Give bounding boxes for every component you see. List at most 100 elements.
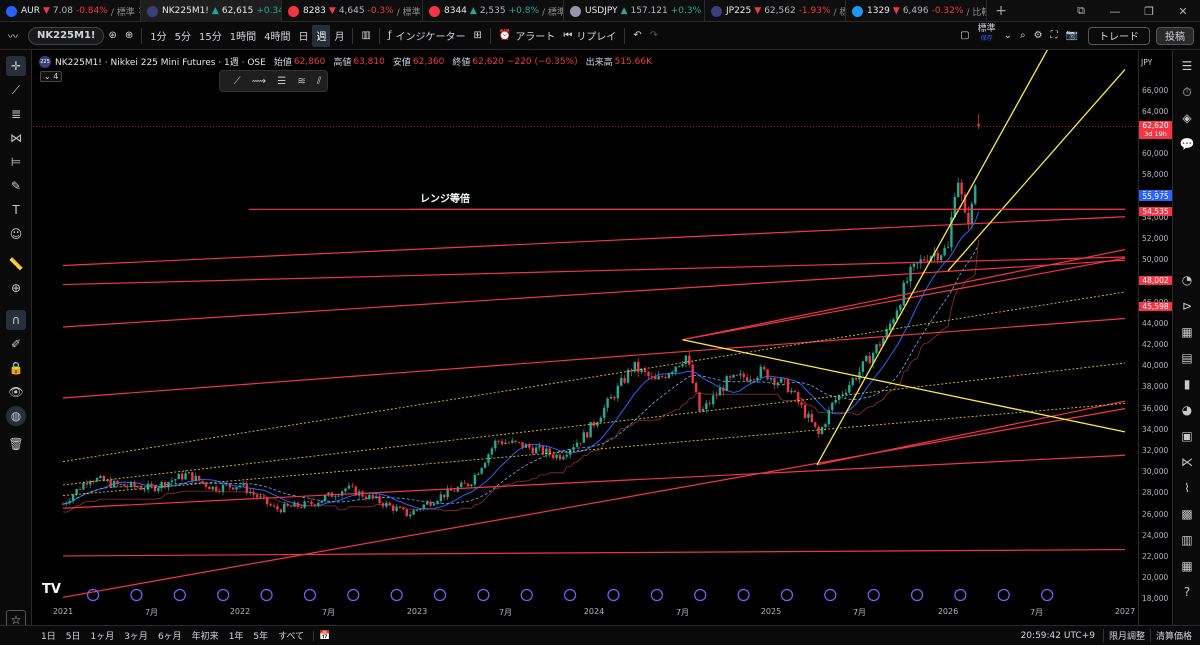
contract-adjust-button[interactable]: 限月調整 xyxy=(1102,629,1150,642)
bar-chart-icon[interactable]: ▮ xyxy=(1177,374,1197,394)
settings-gear-icon[interactable]: ⚙ xyxy=(1030,25,1047,47)
symbol-search-box[interactable]: NK225M1! xyxy=(28,26,105,45)
candle-body xyxy=(470,484,473,487)
tab-nk225m1[interactable]: NK225M1!▲62,615+0.34%✕ xyxy=(141,0,282,22)
fib-tool-icon[interactable]: ≣ xyxy=(6,104,26,124)
range-button-1[interactable]: 5日 xyxy=(61,629,86,642)
tab-aur[interactable]: AUR▼7.08-0.84%/ 標準✕ xyxy=(0,0,141,22)
gauge-icon[interactable]: ◔ xyxy=(1177,270,1197,290)
data-window-icon[interactable]: ▦ xyxy=(1177,556,1197,576)
trade-button[interactable]: トレード xyxy=(1088,26,1150,45)
clock[interactable]: 20:59:42 UTC+9 xyxy=(1016,631,1103,641)
layout-icon[interactable]: ⧉ xyxy=(1064,0,1098,22)
legend-collapse-button[interactable]: ⌄ 4 xyxy=(40,71,63,82)
brush-icon[interactable]: ✎ xyxy=(6,176,26,196)
layout-dropdown-icon[interactable]: ⌄ xyxy=(1000,25,1016,47)
alert-button[interactable]: ⏰ アラート xyxy=(495,25,559,47)
zoom-in-icon[interactable]: ⊕ xyxy=(6,278,26,298)
favorite-symbol-icon[interactable]: ⊛ xyxy=(104,25,120,47)
forecast-tool-icon[interactable]: ⊨ xyxy=(6,152,26,172)
timeframe-0[interactable]: 1分 xyxy=(146,25,170,47)
quick-search-icon[interactable]: ⌕ xyxy=(1016,25,1030,47)
news-icon[interactable]: ▣ xyxy=(1177,426,1197,446)
tab-jp225[interactable]: JP225▼62,562-1.93%/ 標✕ xyxy=(705,0,846,22)
globe-icon[interactable]: ◍ xyxy=(6,406,26,426)
chart-type-icon[interactable]: ▥ xyxy=(357,25,374,47)
minimize-icon[interactable]: — xyxy=(1098,0,1132,22)
goto-date-icon[interactable]: 📅 xyxy=(313,630,335,641)
range-button-2[interactable]: 1ヶ月 xyxy=(85,629,119,642)
price-axis[interactable]: JPY 66,00064,00062,00060,00058,00056,000… xyxy=(1138,50,1172,625)
range-button-5[interactable]: 年初来 xyxy=(187,629,224,642)
app-logo-icon[interactable]: 〰 xyxy=(0,25,22,47)
pie-chart-icon[interactable]: ◕ xyxy=(1177,400,1197,420)
price-chart[interactable] xyxy=(33,50,1138,625)
trend-line-icon[interactable]: ⟋ xyxy=(6,80,26,100)
range-button-7[interactable]: 5年 xyxy=(248,629,273,642)
trend-icon[interactable]: ⌇ xyxy=(1177,478,1197,498)
compare-add-icon[interactable]: ⊕ xyxy=(121,25,137,47)
fullscreen-box-icon[interactable]: ▢ xyxy=(956,25,973,47)
maximize-icon[interactable]: ❐ xyxy=(1132,0,1166,22)
range-button-6[interactable]: 1年 xyxy=(224,629,249,642)
stay-drawing-icon[interactable]: ✐ xyxy=(6,334,26,354)
hide-icon[interactable]: 👁 xyxy=(6,382,26,402)
draw-line-icon[interactable]: ⟋ xyxy=(234,76,241,87)
tab-1329[interactable]: 1329▼6,496-0.32%/ 比較✕ xyxy=(846,0,987,22)
help-icon[interactable]: ? xyxy=(1177,582,1197,602)
pattern-tool-icon[interactable]: ⋈ xyxy=(6,128,26,148)
hotlist-icon[interactable]: ▥ xyxy=(1177,530,1197,550)
snapshot-camera-icon[interactable]: 📷 xyxy=(1062,25,1082,47)
crosshair-icon[interactable]: ✛ xyxy=(6,56,26,76)
indicators-button[interactable]: ƒ インジケーター xyxy=(384,25,470,47)
range-button-8[interactable]: すべて xyxy=(273,629,309,642)
redo-icon[interactable]: ↷ xyxy=(646,25,662,47)
tab-8344[interactable]: 8344▲2,535+0.8%/ 標準✕ xyxy=(423,0,564,22)
settlement-price-button[interactable]: 清算価格 xyxy=(1149,629,1200,642)
templates-icon[interactable]: ⊞ xyxy=(469,25,485,47)
timeframe-4[interactable]: 4時間 xyxy=(260,25,294,47)
timeframe-6[interactable]: 週 xyxy=(312,24,331,47)
draw-ray-icon[interactable]: ⟿ xyxy=(252,76,266,87)
alerts-clock-icon[interactable]: ⏱ xyxy=(1177,82,1197,102)
layers-icon[interactable]: ◈ xyxy=(1177,108,1197,128)
range-button-0[interactable]: 1日 xyxy=(36,629,61,642)
pattern-icon[interactable]: ⋉ xyxy=(1177,452,1197,472)
timeframe-1[interactable]: 5分 xyxy=(171,25,195,47)
calendar-icon[interactable]: ▦ xyxy=(1177,322,1197,342)
range-button-3[interactable]: 3ヶ月 xyxy=(119,629,153,642)
tab-8283[interactable]: 8283▼4,645-0.3%/ 標準✕ xyxy=(282,0,423,22)
timeframe-5[interactable]: 日 xyxy=(294,25,312,47)
screener-icon[interactable]: ▤ xyxy=(1177,348,1197,368)
ideas-icon[interactable]: ⊳ xyxy=(1177,296,1197,316)
draw-pitchfork-icon[interactable]: ⫽ xyxy=(317,76,321,87)
timeframe-2[interactable]: 15分 xyxy=(195,25,226,47)
ruler-icon[interactable]: 📏 xyxy=(6,254,26,274)
chat-icon[interactable]: 💬 xyxy=(1177,134,1197,154)
draw-fib-icon[interactable]: ≋ xyxy=(297,76,305,87)
tab-usdjpy[interactable]: USDJPY▲157.121+0.3%/ 標✕ xyxy=(564,0,705,22)
text-tool-icon[interactable]: T xyxy=(6,200,26,220)
trash-icon[interactable]: 🗑 xyxy=(6,434,26,454)
timeframe-3[interactable]: 1時間 xyxy=(226,25,260,47)
add-tab-icon[interactable]: + xyxy=(987,0,1015,21)
chart-pane[interactable] xyxy=(33,50,1138,625)
currency-label[interactable]: JPY xyxy=(1141,58,1152,67)
undo-icon[interactable]: ↶ xyxy=(629,25,645,47)
legend-title[interactable]: NK225M1! · Nikkei 225 Mini Futures · 1週 … xyxy=(55,55,266,68)
replay-button[interactable]: ⏮ リプレイ xyxy=(559,25,620,47)
magnet-icon[interactable]: ∩ xyxy=(6,310,26,330)
range-button-4[interactable]: 6ヶ月 xyxy=(153,629,187,642)
range-annotation[interactable]: レンジ等倍 xyxy=(420,190,470,205)
close-window-icon[interactable]: ✕ xyxy=(1166,0,1200,22)
layout-name[interactable]: 標準 保存 xyxy=(974,24,1000,47)
timeframe-7[interactable]: 月 xyxy=(330,25,348,47)
time-axis[interactable]: 2021 7月 2022 7月 2023 7月 2024 7月 2025 7月 2026 7月 2027 xyxy=(33,605,1138,625)
heatmap-icon[interactable]: ▩ xyxy=(1177,504,1197,524)
publish-button[interactable]: 投稿 xyxy=(1156,26,1194,45)
lock-icon[interactable]: 🔒 xyxy=(6,358,26,378)
draw-channel-icon[interactable]: ☰ xyxy=(277,76,286,87)
emoji-icon[interactable]: ☺ xyxy=(6,224,26,244)
watchlist-icon[interactable]: ☰ xyxy=(1177,56,1197,76)
fullscreen-icon[interactable]: ⛶ xyxy=(1047,25,1062,47)
